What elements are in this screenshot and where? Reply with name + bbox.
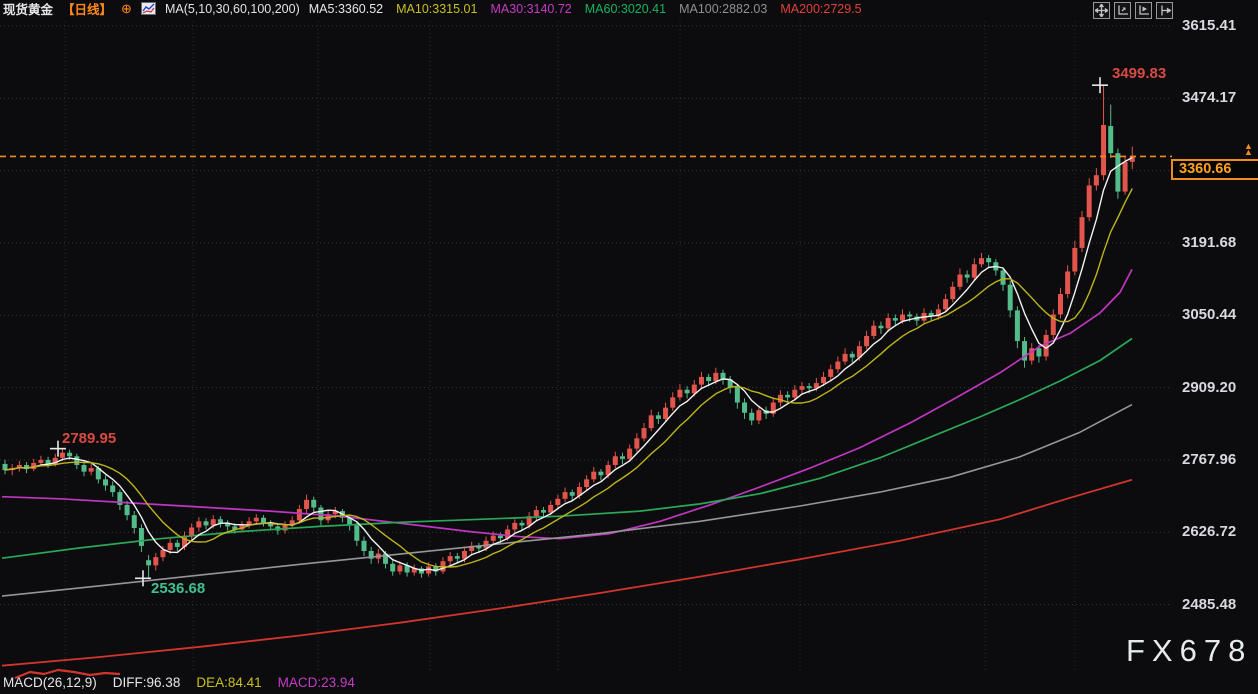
- ma-value: MA200:2729.5: [780, 2, 861, 16]
- macd-footer-item: MACD:23.94: [278, 675, 355, 690]
- macd-footer-item: MACD(26,12,9): [3, 675, 97, 690]
- axis-price-label: 2909.20: [1182, 379, 1236, 396]
- ma-values-row: MA5:3360.52 MA10:3315.01 MA30:3140.72 MA60:…: [309, 2, 862, 16]
- axis-price-label: 3191.68: [1182, 234, 1236, 251]
- crosshair-move-icon[interactable]: [1093, 2, 1110, 19]
- chart-header: 现货黄金 【日线】 ⊕ MA(5,10,30,60,100,200) MA5:3…: [0, 0, 862, 17]
- ma-value: MA30:3140.72: [490, 2, 571, 16]
- chart-toolbar: [1093, 2, 1173, 19]
- watermark: FX678: [1126, 633, 1252, 669]
- ma-value: MA5:3360.52: [309, 2, 383, 16]
- macd-footer: MACD(26,12,9) DIFF:96.38 DEA:84.41 MACD:23.…: [3, 675, 355, 690]
- macd-footer-item: DEA:84.41: [196, 675, 261, 690]
- price-up-arrow-icon: ▲▲: [1244, 143, 1253, 155]
- pan-chart-icon[interactable]: [1156, 2, 1173, 19]
- ma-value: MA100:2882.03: [679, 2, 767, 16]
- period-label: 【日线】: [62, 0, 112, 18]
- zoom-x-axis-icon[interactable]: [1135, 2, 1152, 19]
- chart-style-icon[interactable]: [141, 2, 156, 15]
- ma-value: MA10:3315.01: [396, 2, 477, 16]
- expand-icon[interactable]: ⊕: [121, 2, 132, 15]
- zoom-y-axis-icon[interactable]: [1114, 2, 1131, 19]
- last-price-value: 3360.66: [1179, 161, 1231, 177]
- symbol-name: 现货黄金: [3, 0, 53, 18]
- axis-price-label: 2626.72: [1182, 523, 1236, 540]
- axis-price-label: 3474.17: [1182, 89, 1236, 106]
- axis-price-label: 3050.44: [1182, 306, 1236, 323]
- price-annotation: 2536.68: [151, 580, 205, 597]
- ma-value: MA60:3020.41: [585, 2, 666, 16]
- last-price-box: 3360.66: [1171, 159, 1258, 180]
- price-annotation: 2789.95: [62, 430, 116, 447]
- macd-footer-item: DIFF:96.38: [113, 675, 181, 690]
- axis-price-label: 2485.48: [1182, 596, 1236, 613]
- axis-price-label: 3615.41: [1182, 17, 1236, 34]
- price-annotation: 3499.83: [1112, 65, 1166, 82]
- ma-settings-label: MA(5,10,30,60,100,200): [165, 2, 300, 16]
- axis-price-label: 2767.96: [1182, 451, 1236, 468]
